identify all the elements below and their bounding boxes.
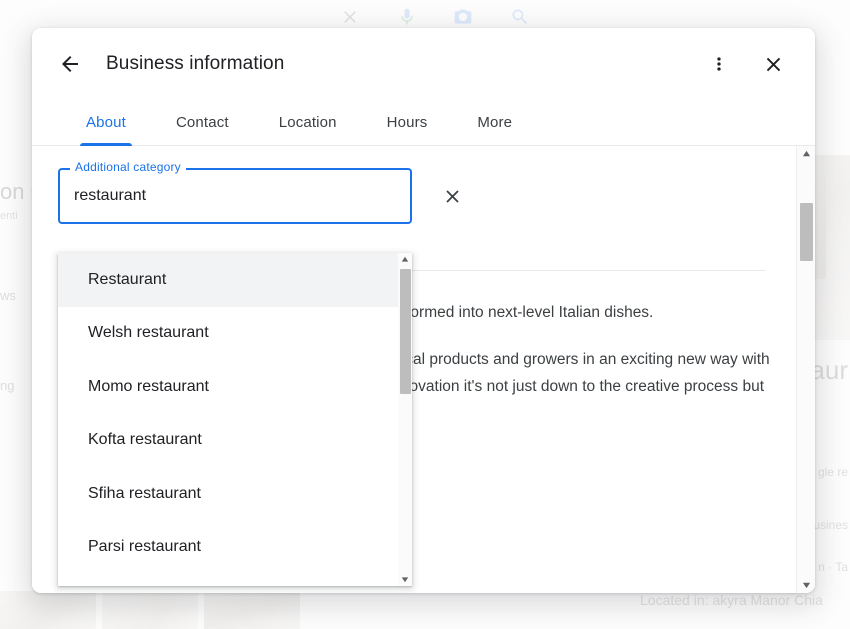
back-button[interactable] bbox=[50, 44, 90, 84]
category-autocomplete-dropdown: Restaurant Welsh restaurant Momo restaur… bbox=[58, 253, 412, 586]
autocomplete-option-kofta-restaurant[interactable]: Kofta restaurant bbox=[58, 413, 398, 467]
scroll-down-arrow-icon[interactable] bbox=[398, 572, 412, 586]
autocomplete-option-sfiha-restaurant[interactable]: Sfiha restaurant bbox=[58, 467, 398, 521]
tab-about[interactable]: About bbox=[80, 100, 132, 146]
background-left-secondary: ng bbox=[0, 378, 15, 393]
back-arrow-icon bbox=[58, 52, 82, 76]
autocomplete-option-restaurant[interactable]: Restaurant bbox=[58, 253, 398, 307]
page-title: Business information bbox=[106, 53, 285, 74]
scroll-down-arrow-icon[interactable] bbox=[798, 576, 815, 593]
more-options-button[interactable] bbox=[699, 44, 739, 84]
more-vert-icon bbox=[709, 54, 729, 74]
microphone-icon bbox=[397, 7, 417, 27]
tab-more[interactable]: More bbox=[471, 100, 518, 145]
close-icon bbox=[340, 7, 360, 27]
close-icon bbox=[442, 186, 463, 207]
background-left-subtitle: enti bbox=[0, 210, 18, 222]
background-right-line-3: n · Ta bbox=[818, 560, 848, 574]
background-thumbnail bbox=[0, 591, 96, 629]
scroll-up-arrow-icon[interactable] bbox=[398, 253, 412, 267]
dialog-body: Additional category A seasonal menu with… bbox=[32, 146, 815, 593]
close-icon bbox=[762, 53, 785, 76]
tab-bar: About Contact Location Hours More bbox=[32, 100, 815, 146]
background-right-title: aur bbox=[810, 355, 848, 385]
autocomplete-scrollbar-track[interactable] bbox=[398, 267, 412, 572]
business-information-dialog: Business information About Contact Locat… bbox=[32, 28, 815, 593]
clear-category-button[interactable] bbox=[432, 176, 472, 216]
autocomplete-scrollbar[interactable] bbox=[398, 253, 412, 586]
screen: on C enti ws ng aur gle re usines n · Ta… bbox=[0, 0, 850, 629]
background-search-toolbar bbox=[340, 4, 530, 30]
tab-contact[interactable]: Contact bbox=[170, 100, 235, 145]
autocomplete-option-parsi-restaurant[interactable]: Parsi restaurant bbox=[58, 520, 398, 574]
additional-category-row: Additional category bbox=[32, 161, 796, 224]
background-photo-thumbnails bbox=[0, 591, 300, 629]
autocomplete-option-welsh-restaurant[interactable]: Welsh restaurant bbox=[58, 306, 398, 360]
background-left-reviews: ws bbox=[0, 288, 16, 303]
background-thumbnail bbox=[204, 591, 300, 629]
additional-category-input[interactable] bbox=[60, 170, 410, 222]
background-thumbnail bbox=[102, 591, 198, 629]
camera-icon bbox=[453, 7, 473, 27]
additional-category-field[interactable]: Additional category bbox=[58, 161, 412, 224]
dialog-scrollbar-track[interactable] bbox=[797, 163, 815, 576]
background-located-in: Located in: akyra Manor Chia bbox=[640, 592, 823, 608]
background-right-line-1: gle re bbox=[817, 465, 848, 479]
scroll-up-arrow-icon[interactable] bbox=[798, 146, 815, 163]
background-right-line-2: usines bbox=[813, 518, 848, 532]
autocomplete-option-list: Restaurant Welsh restaurant Momo restaur… bbox=[58, 253, 398, 586]
dialog-header: Business information bbox=[32, 28, 815, 100]
header-actions bbox=[699, 44, 793, 84]
search-icon bbox=[510, 7, 530, 27]
tab-hours[interactable]: Hours bbox=[381, 100, 434, 145]
dialog-scrollbar[interactable] bbox=[796, 146, 815, 593]
tab-location[interactable]: Location bbox=[273, 100, 343, 145]
autocomplete-scrollbar-thumb[interactable] bbox=[399, 269, 411, 394]
close-dialog-button[interactable] bbox=[753, 44, 793, 84]
autocomplete-option-momo-restaurant[interactable]: Momo restaurant bbox=[58, 360, 398, 414]
dialog-scrollbar-thumb[interactable] bbox=[800, 203, 813, 261]
